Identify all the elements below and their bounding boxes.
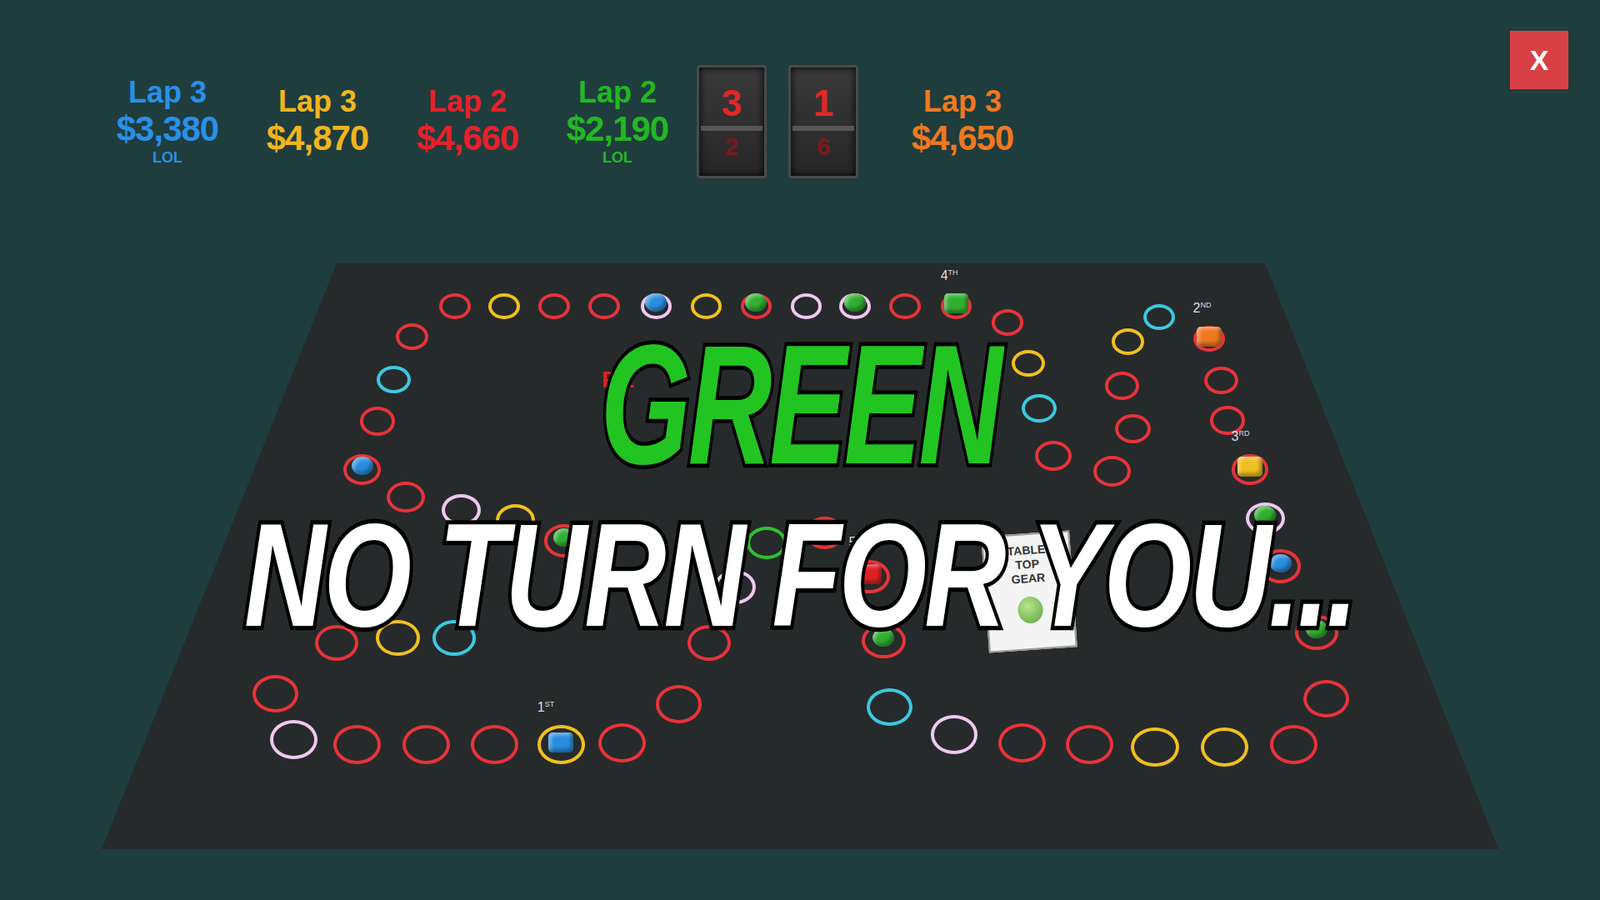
- board-space: [488, 293, 520, 320]
- die: 16: [788, 65, 859, 179]
- player-score: Lap 2$4,660: [396, 85, 539, 159]
- game-screen: Lap 3$3,380LOLLap 3$4,870Lap 2$4,660Lap …: [0, 0, 1600, 900]
- car-piece[interactable]: [548, 732, 574, 753]
- board-space: [1011, 350, 1045, 378]
- die-band: [700, 125, 763, 131]
- place-label: 3RD: [1231, 429, 1250, 445]
- die-value: 1: [813, 83, 834, 124]
- place-label: 2ND: [1193, 300, 1212, 316]
- board-space: 3RD: [1231, 454, 1270, 485]
- board-space: [1035, 440, 1072, 471]
- board-space: 4TH: [940, 293, 972, 320]
- car-piece[interactable]: [944, 293, 969, 314]
- money-label: $4,650: [911, 118, 1014, 159]
- board-space: [998, 723, 1046, 763]
- die-value: 3: [721, 83, 742, 124]
- board-space: 1ST: [537, 725, 585, 765]
- board-space: [360, 406, 396, 436]
- banner-message: NO TURN FOR YOU...: [244, 501, 1356, 650]
- board-space: [538, 293, 570, 320]
- board-space: [740, 293, 772, 320]
- pawn-piece[interactable]: [645, 293, 667, 312]
- close-button[interactable]: X: [1510, 30, 1569, 90]
- scoreboard: Lap 3$3,380LOLLap 3$4,870Lap 2$4,660Lap …: [0, 0, 1600, 179]
- board-space: [395, 323, 429, 350]
- place-label: 1ST: [537, 700, 555, 715]
- board-space: [1111, 328, 1145, 355]
- board-space: [1021, 394, 1057, 423]
- board-space: [930, 715, 979, 754]
- money-label: $2,190: [566, 109, 669, 150]
- money-label: $3,380: [116, 109, 219, 150]
- board-space: [640, 293, 672, 320]
- board-space: 2ND: [1193, 325, 1226, 353]
- lap-label: Lap 2: [428, 85, 507, 119]
- turn-banner: GREENNO TURN FOR YOU...: [0, 333, 1600, 632]
- board-space: [1130, 727, 1179, 767]
- board-space: [402, 725, 450, 765]
- pawn-piece[interactable]: [844, 293, 866, 312]
- dice: 3216: [696, 65, 859, 179]
- player-score: Lap 3$4,650: [891, 85, 1034, 159]
- board-space: [1270, 725, 1318, 765]
- board-space: [1105, 371, 1140, 400]
- die-next-value: 2: [725, 132, 740, 160]
- board-space: [1200, 727, 1249, 767]
- board-space: [1065, 725, 1114, 765]
- player-score: Lap 3$4,870: [246, 85, 389, 159]
- money-label: $4,660: [416, 118, 519, 159]
- lap-label: Lap 3: [923, 85, 1002, 119]
- player-note: LOL: [602, 149, 633, 168]
- board-space: [690, 293, 722, 320]
- car-piece[interactable]: [1196, 326, 1222, 347]
- die: 32: [696, 65, 767, 179]
- lap-label: Lap 3: [278, 85, 357, 119]
- money-label: $4,870: [266, 118, 369, 159]
- player-note: LOL: [152, 149, 183, 168]
- board-space: [343, 454, 381, 485]
- board-space: [1143, 304, 1175, 330]
- pawn-piece[interactable]: [745, 293, 767, 312]
- board-space: [333, 725, 381, 765]
- player-score: Lap 3$3,380LOL: [96, 75, 239, 167]
- board-space: [598, 723, 646, 763]
- pawn-piece[interactable]: [351, 456, 374, 475]
- board-space: [655, 685, 702, 723]
- lap-label: Lap 2: [578, 75, 657, 110]
- player-score: Lap 2$2,190LOL: [546, 75, 689, 167]
- banner-player: GREEN: [600, 319, 1000, 490]
- board-space: [252, 675, 299, 713]
- board-space: [376, 365, 411, 394]
- board-space: [1303, 680, 1350, 718]
- board-space: [1204, 366, 1239, 395]
- board-space: [1115, 414, 1151, 444]
- board-space: [866, 688, 913, 726]
- car-piece[interactable]: [1237, 456, 1263, 477]
- board-space: [1093, 455, 1131, 487]
- board-space: [439, 293, 470, 320]
- place-label: 4TH: [940, 268, 959, 284]
- board-space: [839, 293, 870, 320]
- die-next-value: 6: [816, 132, 831, 160]
- board-space: [588, 293, 620, 320]
- board-space: [790, 293, 822, 320]
- board-space: [270, 720, 318, 760]
- lap-label: Lap 3: [128, 75, 207, 110]
- board-space: [470, 725, 519, 765]
- die-band: [792, 125, 855, 131]
- board-space: [889, 293, 920, 320]
